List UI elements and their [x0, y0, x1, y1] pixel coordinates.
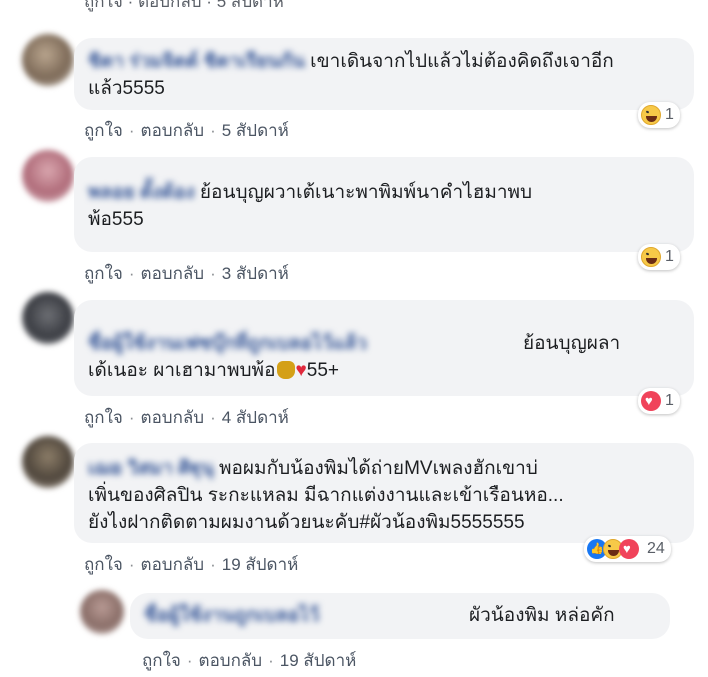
comment-bubble: เฌอ วิสมา ศิฐุนุ พอผมกับน้องพิมได้ถ่ายMV… [74, 443, 694, 543]
like-link[interactable]: ถูกใจ [142, 651, 181, 670]
love-icon [619, 539, 639, 559]
reaction-count: 1 [665, 106, 674, 123]
reply-link[interactable]: ตอบกลับ [141, 555, 205, 574]
comment-text: ผัวน้องพิม หล่อคัก [469, 605, 615, 626]
red-heart-emoji-icon: ♥ [295, 360, 307, 381]
like-link[interactable]: ถูกใจ [84, 264, 123, 283]
comment-text-continued: เด้เนอะ ผาเฮามาพบพ้อ [88, 360, 276, 381]
commenter-name[interactable]: ชื่อผู้ใช้งานเฟซบุ๊กที่ถูกเบลอไว้แล้ว [88, 330, 523, 357]
haha-icon [641, 105, 661, 125]
commenter-name[interactable]: ชื่อผู้ใช้งานถูกเบลอไว้ [144, 602, 469, 629]
reaction-count: 24 [647, 540, 665, 557]
reply-bubble: ชื่อผู้ใช้งานถูกเบลอไว้ ผัวน้องพิม หล่อค… [130, 593, 670, 639]
reply-link[interactable]: ตอบกลับ [199, 651, 263, 670]
reply-link[interactable]: ตอบกลับ [138, 0, 202, 11]
reaction-summary[interactable]: 1 [638, 102, 680, 128]
avatar[interactable] [22, 292, 74, 344]
comment-text-continued: ยังไงฝากติดตามผมงานด้วยนะคับ#ผัวน้องพิม5… [88, 512, 525, 533]
comment-actions: ถูกใจ · ตอบกลับ · 4 สัปดาห์ [84, 408, 289, 427]
comment-text-continued: เพิ่นของศิลปิน ระกะแหลม มีฉากแต่งงานและเ… [88, 485, 564, 506]
like-link[interactable]: ถูกใจ [84, 121, 123, 140]
reply-link[interactable]: ตอบกลับ [141, 408, 205, 427]
commenter-name[interactable]: เฌอ วิสมา ศิฐุนุ [88, 458, 214, 479]
like-link[interactable]: ถูกใจ [84, 408, 123, 427]
avatar[interactable] [22, 436, 74, 488]
timestamp[interactable]: 5 สัปดาห์ [217, 0, 284, 11]
comment-text: พอผมกับน้องพิมได้ถ่ายMVเพลงฮักเขาบ่ [218, 458, 538, 479]
comment-actions: ถูกใจ · ตอบกลับ · 19 สัปดาห์ [84, 555, 299, 574]
previous-comment-actions: ถูกใจ · ตอบกลับ · 5 สัปดาห์ [84, 0, 284, 15]
reaction-count: 1 [665, 248, 674, 265]
comment-actions: ถูกใจ · ตอบกลับ · 5 สัปดาห์ [84, 121, 289, 140]
avatar[interactable] [22, 150, 74, 202]
haha-icon [641, 247, 661, 267]
comment-text-continued: แล้ว5555 [88, 78, 165, 99]
avatar[interactable] [80, 590, 124, 634]
timestamp[interactable]: 5 สัปดาห์ [222, 121, 289, 140]
comment-bubble: ชื่อผู้ใช้งานเฟซบุ๊กที่ถูกเบลอไว้แล้ว ย้… [74, 300, 694, 396]
comment-text: เขาเดินจากไปแล้วไม่ต้องคิดถึงเจาอีก [310, 51, 614, 72]
reaction-summary[interactable]: 1 [638, 244, 680, 270]
timestamp[interactable]: 4 สัปดาห์ [222, 408, 289, 427]
comment-text-tail: 55+ [306, 360, 340, 381]
comment-text: ย้อนบุญผวาเต้เนาะพาพิมพ์นาคำไฮมาพบ [199, 182, 533, 203]
like-link[interactable]: ถูกใจ [84, 0, 123, 11]
love-icon [641, 391, 661, 411]
reaction-count: 1 [665, 392, 674, 409]
commenter-name[interactable]: พลอย ตั้งต้อง [88, 182, 195, 203]
comment-text-continued: พ้อ555 [88, 209, 144, 230]
commenter-name[interactable]: ชิตา ร่วมจิตต์ ชิตาเรียนกัน [88, 51, 305, 72]
comment-text: ย้อนบุญผลา [523, 333, 621, 354]
timestamp[interactable]: 3 สัปดาห์ [222, 264, 289, 283]
timestamp[interactable]: 19 สัปดาห์ [222, 555, 299, 574]
reply-actions: ถูกใจ · ตอบกลับ · 19 สัปดาห์ [142, 651, 357, 670]
reply-link[interactable]: ตอบกลับ [141, 264, 205, 283]
timestamp[interactable]: 19 สัปดาห์ [280, 651, 357, 670]
reaction-summary[interactable]: 1 [638, 388, 680, 414]
avatar[interactable] [22, 34, 74, 86]
like-link[interactable]: ถูกใจ [84, 555, 123, 574]
reply-link[interactable]: ตอบกลับ [141, 121, 205, 140]
reaction-summary[interactable]: 24 [584, 536, 671, 562]
comment-bubble: ชิตา ร่วมจิตต์ ชิตาเรียนกัน เขาเดินจากไป… [74, 38, 694, 110]
comment-actions: ถูกใจ · ตอบกลับ · 3 สัปดาห์ [84, 264, 289, 283]
comment-bubble: พลอย ตั้งต้อง ย้อนบุญผวาเต้เนาะพาพิมพ์นา… [74, 157, 694, 252]
money-bag-emoji-icon [276, 361, 295, 379]
